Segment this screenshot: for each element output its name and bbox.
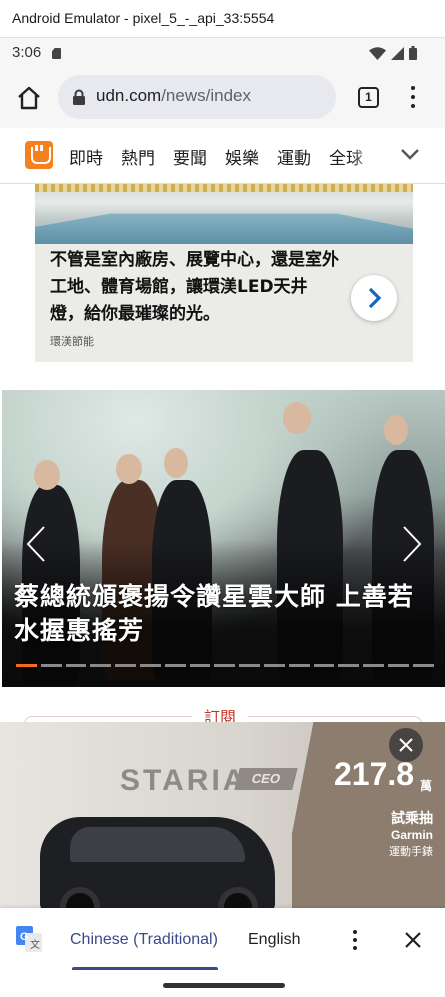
nav-fade — [350, 128, 390, 183]
ad-copy: 不管是室內廠房、展覽中心，還是室外工地、體育場館，讓環渼LED天井燈，給你最璀璨… — [50, 250, 339, 324]
wifi-icon — [369, 47, 386, 60]
home-gesture-handle[interactable] — [163, 983, 285, 988]
carousel-dot[interactable] — [239, 664, 260, 667]
led-ad-banner[interactable]: 不管是室內廠房、展覽中心，還是室外工地、體育場館，讓環渼LED天井燈，給你最璀璨… — [35, 184, 413, 362]
ad-arrow-button[interactable] — [351, 275, 397, 321]
status-bar: 3:06 — [0, 38, 445, 68]
ad-promo-line3: 運動手錶 — [389, 845, 433, 858]
close-ad-button[interactable] — [389, 728, 423, 762]
carousel-dot[interactable] — [288, 664, 310, 667]
status-time: 3:06 — [12, 44, 42, 61]
sim-card-icon — [52, 48, 61, 59]
nav-item-popular[interactable]: 熱門 — [121, 144, 155, 169]
tab-switcher-button[interactable]: 1 — [358, 87, 379, 108]
news-carousel[interactable]: 蔡總統頒褒揚令讚星雲大師 上善若水握惠搖芳 — [2, 390, 445, 687]
staria-ad-banner[interactable]: STARIA CEO 217.8 萬 試乘抽 Garmin 運動手錶 — [0, 722, 445, 908]
emulator-title-bar: Android Emulator - pixel_5_-_api_33:5554 — [0, 0, 445, 38]
status-icons — [369, 46, 417, 60]
url-text[interactable]: udn.com/news/index — [96, 86, 251, 106]
nav-item-headlines[interactable]: 要聞 — [173, 144, 207, 169]
url-domain: udn.com — [96, 86, 162, 105]
ad-brand: 環渼節能 — [50, 335, 94, 348]
browser-menu-icon[interactable] — [410, 86, 416, 110]
van-image — [40, 817, 275, 908]
url-path: /news/index — [161, 86, 251, 105]
ad-brand-name: STARIA — [120, 764, 248, 797]
carousel-dot[interactable] — [313, 664, 335, 667]
screen: Android Emulator - pixel_5_-_api_33:5554… — [0, 0, 445, 997]
site-nav: 即時 熱門 要聞 娛樂 運動 全球 — [0, 128, 445, 184]
gesture-nav-bar — [0, 970, 445, 997]
translate-bar: G 文 Chinese (Traditional) English — [0, 908, 445, 970]
carousel-next-button[interactable] — [400, 524, 424, 564]
nav-item-realtime[interactable]: 即時 — [69, 144, 103, 169]
carousel-dot[interactable] — [115, 664, 136, 667]
ad-stadium-image — [35, 184, 413, 244]
carousel-indicators — [16, 664, 434, 667]
browser-toolbar: udn.com/news/index 1 — [0, 68, 445, 128]
chevron-right-icon — [368, 287, 382, 309]
ad-promo-line1: 試乘抽 — [391, 811, 433, 827]
carousel-dot[interactable] — [40, 664, 62, 667]
udn-logo[interactable] — [25, 141, 53, 169]
address-bar[interactable]: udn.com/news/index — [58, 75, 336, 119]
nav-expand-button[interactable] — [395, 145, 425, 165]
google-translate-icon: G 文 — [16, 926, 42, 952]
ad-price-unit: 萬 — [420, 779, 433, 793]
close-icon — [399, 738, 413, 752]
carousel-dot[interactable] — [338, 664, 360, 667]
lock-icon[interactable] — [72, 89, 86, 105]
home-icon[interactable] — [16, 85, 42, 111]
nav-item-entertainment[interactable]: 娛樂 — [225, 144, 259, 169]
carousel-dot[interactable] — [214, 664, 236, 667]
ad-promo-line2: Garmin — [390, 828, 433, 842]
carousel-dot[interactable] — [412, 664, 434, 667]
carousel-dot[interactable] — [90, 664, 112, 667]
chevron-down-icon — [401, 149, 419, 160]
carousel-dot[interactable] — [387, 664, 409, 667]
carousel-dot[interactable] — [65, 664, 87, 667]
chevron-right-icon — [403, 526, 422, 562]
ad-badge: CEO — [234, 768, 298, 790]
svg-text:文: 文 — [30, 938, 40, 951]
news-headline[interactable]: 蔡總統頒褒揚令讚星雲大師 上善若水握惠搖芳 — [14, 580, 434, 648]
carousel-prev-button[interactable] — [24, 524, 48, 564]
translate-menu-icon[interactable] — [352, 930, 358, 950]
carousel-dot[interactable] — [189, 664, 211, 667]
carousel-dot[interactable] — [164, 664, 186, 667]
nav-item-sports[interactable]: 運動 — [277, 144, 311, 169]
battery-icon — [409, 46, 417, 60]
nav-items: 即時 熱門 要聞 娛樂 運動 全球 — [69, 144, 363, 169]
carousel-dot[interactable] — [16, 664, 37, 667]
close-icon[interactable] — [403, 930, 423, 950]
signal-icon — [391, 47, 404, 60]
target-language-tab[interactable]: English — [248, 931, 300, 949]
emulator-title: Android Emulator - pixel_5_-_api_33:5554 — [12, 10, 275, 26]
svg-text:G: G — [20, 931, 29, 943]
carousel-dot[interactable] — [139, 664, 161, 667]
carousel-dot[interactable] — [363, 664, 384, 667]
source-language-tab[interactable]: Chinese (Traditional) — [70, 931, 218, 949]
carousel-dot[interactable] — [263, 664, 285, 667]
chevron-left-icon — [26, 526, 45, 562]
